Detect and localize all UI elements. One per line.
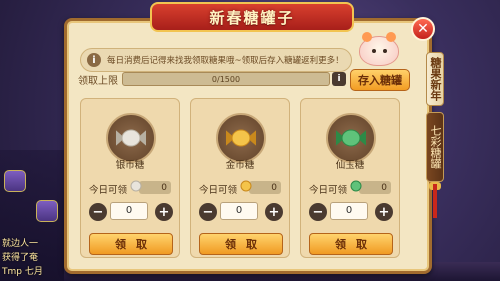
daily-limit-label: 今日可领 xyxy=(309,185,348,196)
candy-name: 金币糖 xyxy=(225,160,255,171)
mascot-eye xyxy=(372,49,376,53)
quantity-input[interactable]: 0 xyxy=(220,202,258,220)
info-bar: i 每日消费后记得来找我领取糖果哦~领取后存入糖罐返利更多！ xyxy=(80,48,352,72)
chat-line: Tmp 七月 xyxy=(2,267,43,277)
gold-candy-icon xyxy=(226,129,256,147)
candy-card-silver: 银币糖 今日可领 0 − 0 + 领取 xyxy=(80,98,180,258)
limit-value: 0/1500 xyxy=(211,74,241,84)
mini-gold-candy-icon xyxy=(240,180,252,192)
jade-candy-icon xyxy=(336,129,366,147)
chat-line: 就边人一 xyxy=(2,239,39,249)
claim-button[interactable]: 领取 xyxy=(89,233,173,255)
daily-limit-count: 0 xyxy=(249,181,281,194)
claim-button[interactable]: 领取 xyxy=(309,233,393,255)
quantity-input[interactable]: 0 xyxy=(110,202,148,220)
claim-button[interactable]: 领取 xyxy=(199,233,283,255)
info-icon: i xyxy=(87,53,101,67)
daily-limit-label: 今日可领 xyxy=(89,185,128,196)
left-hud: 就边人一 获得了奄 Tmp 七月 xyxy=(0,150,64,281)
increase-button[interactable]: + xyxy=(265,203,283,221)
mini-silver-candy-icon xyxy=(130,180,142,192)
decrease-button[interactable]: − xyxy=(309,203,327,221)
mascot-ear xyxy=(386,32,396,42)
mascot-ear xyxy=(362,32,372,42)
decrease-button[interactable]: − xyxy=(89,203,107,221)
close-icon: ✕ xyxy=(417,21,429,37)
candy-name: 仙玉糖 xyxy=(335,160,365,171)
tab-label: 七彩糖罐 xyxy=(429,125,442,169)
chat-line: 获得了奄 xyxy=(2,253,39,263)
daily-limit-label: 今日可领 xyxy=(199,185,238,196)
increase-button[interactable]: + xyxy=(375,203,393,221)
candy-icon-circle xyxy=(326,113,376,163)
silver-candy-icon xyxy=(116,129,146,147)
close-button[interactable]: ✕ xyxy=(411,17,435,41)
title-banner: 新春糖罐子 xyxy=(150,2,354,32)
candy-icon-circle xyxy=(106,113,156,163)
daily-limit-count: 0 xyxy=(359,181,391,194)
candy-name: 银币糖 xyxy=(115,160,145,171)
mascot-eye xyxy=(383,49,387,53)
tab-candy-new-year[interactable]: 糖果新年 xyxy=(426,52,444,106)
panel-title: 新春糖罐子 xyxy=(209,8,295,27)
deposit-button[interactable]: 存入糖罐 xyxy=(350,69,410,91)
limit-label: 领取上限 xyxy=(78,76,118,87)
decrease-button[interactable]: − xyxy=(199,203,217,221)
info-text: 每日消费后记得来找我领取糖果哦~领取后存入糖罐返利更多！ xyxy=(107,56,344,66)
hud-button[interactable] xyxy=(4,170,26,192)
tab-rainbow-jar[interactable]: 七彩糖罐 xyxy=(426,112,444,182)
mascot-icon xyxy=(359,32,399,66)
limit-progress-bar: 0/1500 xyxy=(122,72,330,86)
increase-button[interactable]: + xyxy=(155,203,173,221)
voice-button[interactable] xyxy=(36,200,58,222)
candy-card-gold: 金币糖 今日可领 0 − 0 + 领取 xyxy=(190,98,290,258)
limit-info-icon[interactable]: i xyxy=(332,72,346,86)
daily-limit-count: 0 xyxy=(139,181,171,194)
candy-icon-circle xyxy=(216,113,266,163)
tab-label: 糖果新年 xyxy=(429,57,442,101)
tassel-decoration xyxy=(433,184,437,218)
candy-card-jade: 仙玉糖 今日可领 0 − 0 + 领取 xyxy=(300,98,400,258)
mini-jade-candy-icon xyxy=(350,180,362,192)
quantity-input[interactable]: 0 xyxy=(330,202,368,220)
